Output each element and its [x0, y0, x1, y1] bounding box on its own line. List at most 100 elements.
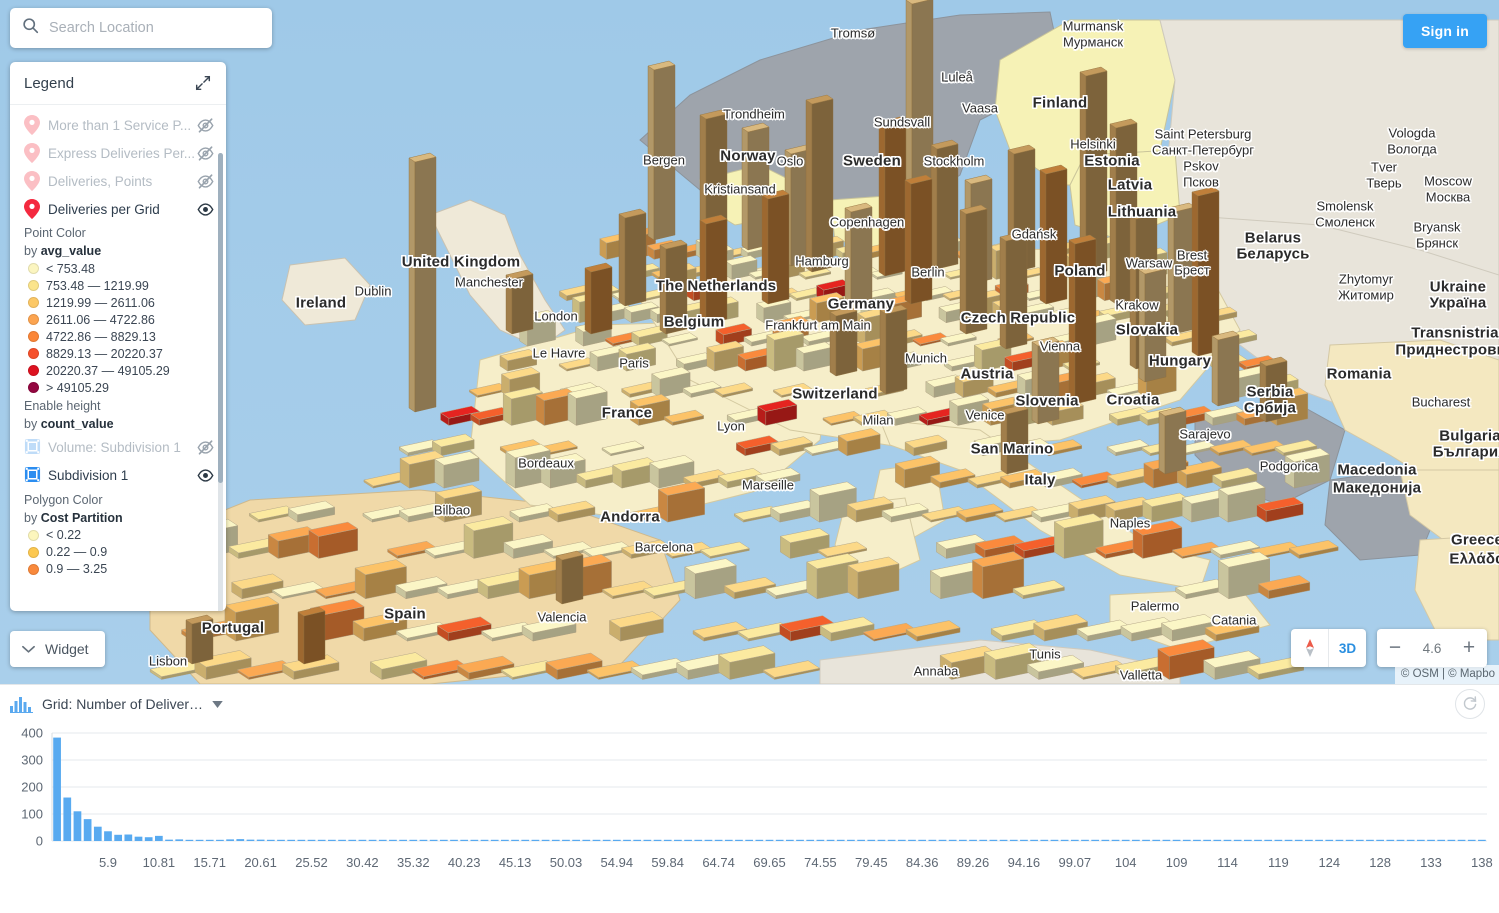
- sign-in-button[interactable]: Sign in: [1402, 14, 1487, 48]
- chart-bar[interactable]: [1091, 839, 1100, 841]
- chart-bar[interactable]: [226, 839, 234, 841]
- chart-bar[interactable]: [1070, 839, 1079, 841]
- map-canvas[interactable]: United Kingdom Ireland Norway Sweden Finland…: [0, 0, 1499, 684]
- chart-bar[interactable]: [653, 839, 662, 841]
- chart-bar[interactable]: [979, 839, 988, 841]
- chart-refresh-button[interactable]: [1455, 689, 1485, 719]
- chart-bar[interactable]: [389, 839, 397, 841]
- map-attribution[interactable]: © OSM | © Mapbo: [1394, 664, 1499, 684]
- chart-bar[interactable]: [1427, 839, 1435, 841]
- chart-bar[interactable]: [205, 839, 214, 841]
- chart-bar[interactable]: [236, 839, 245, 841]
- chart-bar[interactable]: [755, 839, 764, 841]
- chart-bar[interactable]: [633, 839, 642, 841]
- chart-bar[interactable]: [93, 826, 102, 841]
- chart-bar[interactable]: [643, 839, 652, 841]
- chart-bar[interactable]: [582, 839, 591, 841]
- chart-bar[interactable]: [663, 839, 672, 841]
- chart-bar[interactable]: [1182, 839, 1191, 841]
- chart-bar[interactable]: [989, 839, 998, 841]
- chart-bar[interactable]: [1467, 839, 1476, 841]
- chart-bar[interactable]: [195, 839, 204, 841]
- chart-bar[interactable]: [1274, 839, 1283, 841]
- chart-bar[interactable]: [358, 839, 367, 841]
- legend-layer-row[interactable]: Volume: Subdivision 1: [10, 434, 226, 462]
- widget-button[interactable]: Widget: [10, 631, 105, 667]
- chart-bar[interactable]: [684, 839, 692, 841]
- chart-bar[interactable]: [1294, 839, 1303, 841]
- zoom-in-button[interactable]: +: [1451, 629, 1487, 667]
- chart-bar[interactable]: [897, 839, 906, 841]
- chart-bar[interactable]: [165, 839, 173, 841]
- chart-bar[interactable]: [409, 839, 418, 841]
- chart-bar[interactable]: [1030, 839, 1038, 841]
- chart-bar[interactable]: [338, 839, 346, 841]
- chart-bar[interactable]: [501, 839, 509, 841]
- chart-bar[interactable]: [959, 839, 967, 841]
- chart-bar[interactable]: [266, 839, 275, 841]
- chart-bar[interactable]: [1101, 839, 1110, 841]
- histogram-chart[interactable]: 0 100 200 300 400 5.9 10.81 15.71 20.61 25.52 30.4…: [0, 723, 1499, 871]
- chart-bar[interactable]: [124, 834, 133, 841]
- chart-bar[interactable]: [1162, 839, 1171, 841]
- chart-bar[interactable]: [1345, 839, 1354, 841]
- chart-bar[interactable]: [1284, 839, 1293, 841]
- chart-bar[interactable]: [511, 839, 519, 841]
- chart-bar[interactable]: [1305, 839, 1313, 841]
- chart-bar[interactable]: [674, 839, 682, 841]
- chart-bar[interactable]: [999, 839, 1008, 841]
- chart-bar[interactable]: [1478, 839, 1486, 841]
- chart-bar[interactable]: [785, 839, 794, 841]
- chart-bar[interactable]: [887, 839, 896, 841]
- legend-scrollbar-thumb[interactable]: [218, 153, 223, 483]
- chart-bar[interactable]: [490, 839, 499, 841]
- chart-bar[interactable]: [63, 797, 72, 841]
- compass-icon[interactable]: [1291, 629, 1328, 667]
- chart-bar[interactable]: [938, 839, 947, 841]
- chart-bar[interactable]: [867, 839, 876, 841]
- zoom-out-button[interactable]: −: [1377, 629, 1413, 667]
- legend-layer-row[interactable]: Subdivision 1: [10, 462, 226, 490]
- chart-bar[interactable]: [1243, 839, 1252, 841]
- chart-bar[interactable]: [1111, 839, 1120, 841]
- chart-bar[interactable]: [1447, 839, 1456, 841]
- search-input[interactable]: [49, 20, 260, 36]
- chart-bar[interactable]: [1335, 839, 1344, 841]
- chart-bar[interactable]: [623, 839, 631, 841]
- chart-bar[interactable]: [53, 737, 61, 841]
- chart-bar[interactable]: [572, 839, 580, 841]
- chart-bar[interactable]: [378, 839, 387, 841]
- chart-bar[interactable]: [1121, 839, 1130, 841]
- chart-bar[interactable]: [877, 839, 886, 841]
- chart-bar[interactable]: [1040, 839, 1049, 841]
- eye-hidden-icon[interactable]: [197, 173, 214, 190]
- chart-bar[interactable]: [1315, 839, 1323, 841]
- legend-layer-row[interactable]: Deliveries per Grid: [10, 195, 226, 223]
- chart-bar[interactable]: [1020, 839, 1028, 841]
- chart-bar[interactable]: [470, 839, 479, 841]
- chart-bar[interactable]: [277, 839, 285, 841]
- chart-bar[interactable]: [1416, 839, 1425, 841]
- legend-layer-row[interactable]: More than 1 Service P...: [10, 111, 226, 139]
- chart-bar[interactable]: [612, 839, 621, 841]
- chart-bar[interactable]: [816, 839, 825, 841]
- chart-bar[interactable]: [847, 839, 855, 841]
- chart-bar[interactable]: [348, 839, 357, 841]
- chart-bar[interactable]: [928, 839, 937, 841]
- chart-bar[interactable]: [1254, 839, 1262, 841]
- chart-bar[interactable]: [1396, 839, 1405, 841]
- chart-bar[interactable]: [796, 839, 804, 841]
- eye-hidden-icon[interactable]: [197, 145, 214, 162]
- chart-bar[interactable]: [1406, 839, 1415, 841]
- legend-scrollbar[interactable]: [218, 153, 223, 611]
- chart-bar[interactable]: [1193, 839, 1201, 841]
- chart-bar[interactable]: [1376, 839, 1384, 841]
- chart-bar[interactable]: [826, 839, 835, 841]
- chart-bar[interactable]: [775, 839, 784, 841]
- chart-bar[interactable]: [531, 839, 540, 841]
- chevron-down-icon[interactable]: [212, 695, 223, 713]
- chart-bar[interactable]: [1081, 839, 1089, 841]
- chart-bar[interactable]: [551, 839, 560, 841]
- chart-bar[interactable]: [419, 839, 428, 841]
- chart-bar[interactable]: [460, 839, 469, 841]
